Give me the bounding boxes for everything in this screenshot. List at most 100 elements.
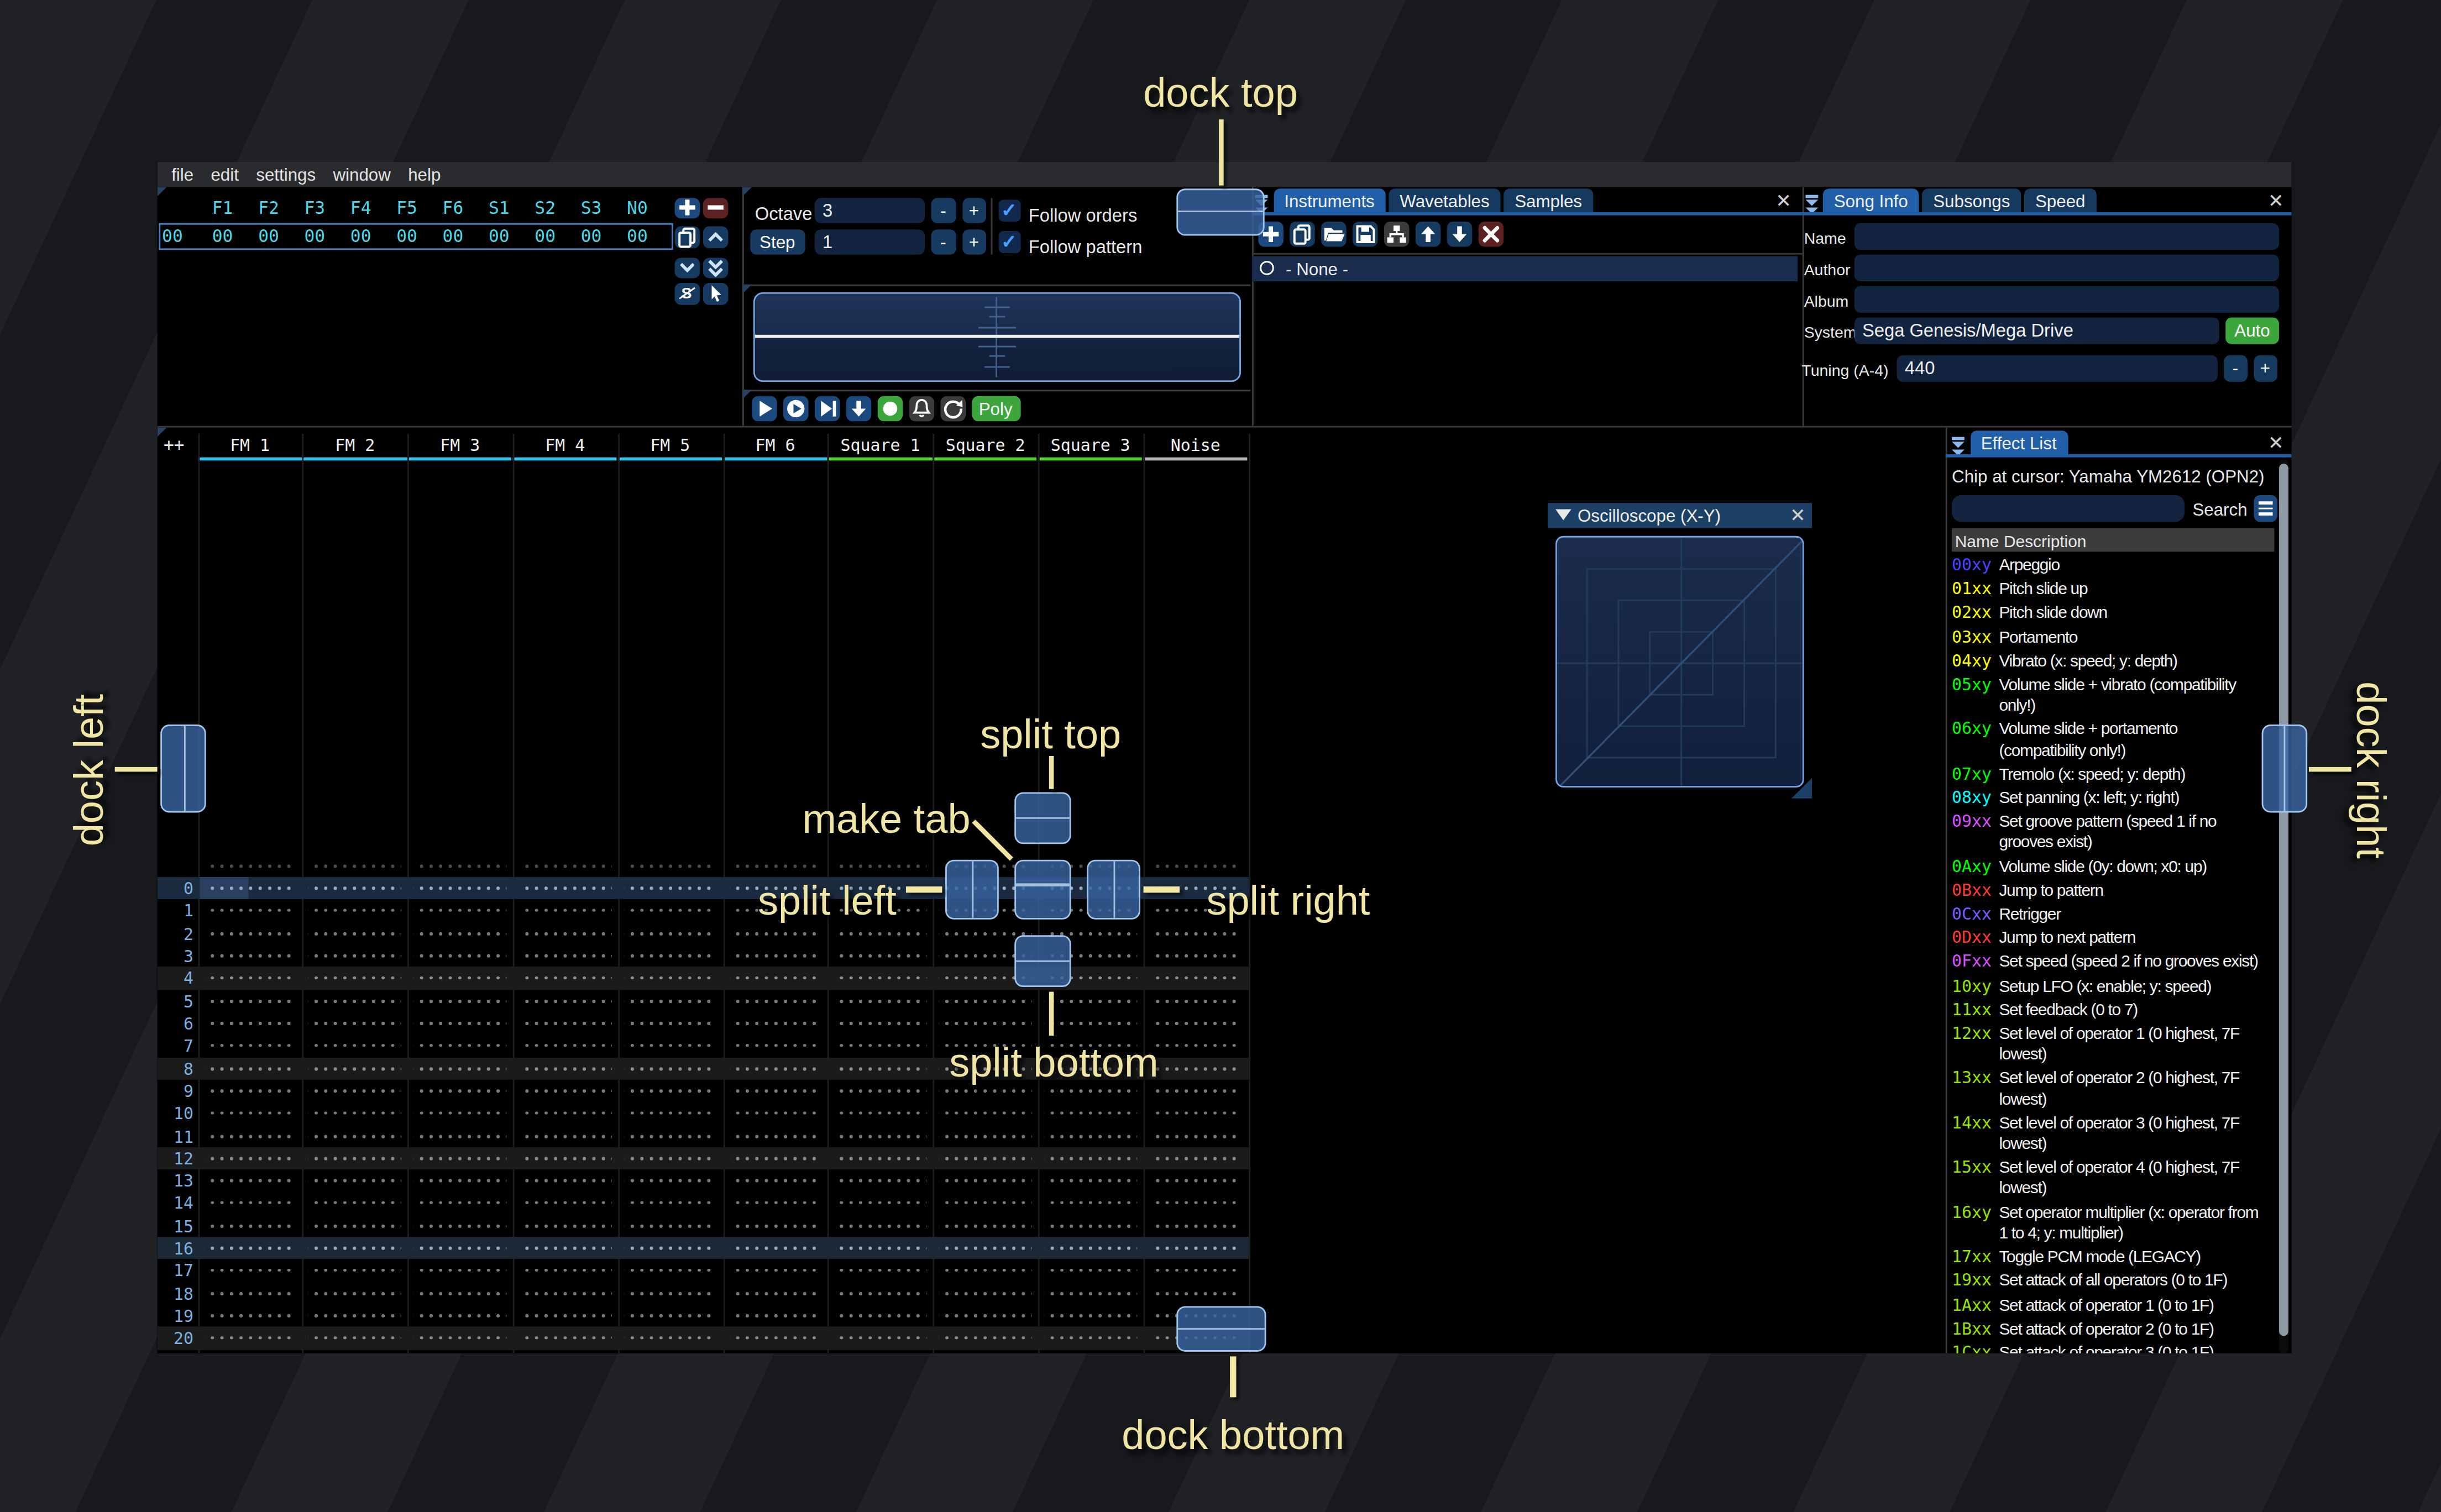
pattern-cell[interactable] xyxy=(624,1035,716,1057)
pattern-cell[interactable] xyxy=(1044,1125,1136,1147)
pattern-cell[interactable] xyxy=(519,1350,611,1353)
pattern-cell[interactable] xyxy=(519,1305,611,1327)
effect-row[interactable]: 0DxxJump to next pattern xyxy=(1952,926,2263,950)
panel-separator[interactable] xyxy=(1946,428,1947,1353)
pattern-cell[interactable] xyxy=(1044,1169,1136,1192)
menu-item-window[interactable]: window xyxy=(333,165,390,184)
pattern-cell[interactable] xyxy=(203,1125,296,1147)
pattern-cell[interactable] xyxy=(519,1035,611,1057)
pattern-cell[interactable] xyxy=(309,944,401,967)
play-button[interactable] xyxy=(751,395,777,421)
pattern-cell[interactable] xyxy=(203,1327,296,1350)
no-jump-button[interactable]: S xyxy=(674,283,699,304)
tab-subsongs[interactable]: Subsongs xyxy=(1922,188,2021,214)
pattern-cell[interactable] xyxy=(309,1035,401,1057)
pattern-cell[interactable] xyxy=(1149,1102,1242,1125)
pattern-cell[interactable] xyxy=(834,854,926,877)
pattern-cell[interactable] xyxy=(203,1169,296,1192)
effect-row[interactable]: 0BxxJump to pattern xyxy=(1952,878,2263,902)
pattern-cell[interactable] xyxy=(1149,1012,1242,1035)
orders-channel-header[interactable]: F5 xyxy=(383,198,430,218)
pattern-cell[interactable] xyxy=(203,1237,296,1260)
pattern-cell[interactable] xyxy=(309,1057,401,1080)
make-tab-button[interactable] xyxy=(1014,860,1071,920)
pattern-cell[interactable] xyxy=(939,1282,1031,1305)
move-up-button[interactable] xyxy=(1415,221,1440,246)
pattern-cell[interactable] xyxy=(729,1102,821,1125)
auto-tuning-button[interactable]: Auto xyxy=(2225,318,2279,344)
pattern-cell[interactable] xyxy=(1149,1057,1242,1080)
play-row-button[interactable] xyxy=(814,395,839,421)
save-instrument-button[interactable] xyxy=(1352,221,1378,246)
pattern-row[interactable]: 20 xyxy=(158,1327,1248,1350)
pattern-cell[interactable] xyxy=(834,1057,926,1080)
pattern-cell[interactable] xyxy=(939,990,1031,1012)
pattern-cell[interactable] xyxy=(519,1125,611,1147)
orders-channel-header[interactable]: F3 xyxy=(291,198,338,218)
pattern-cell[interactable] xyxy=(1044,1192,1136,1215)
pattern-cell[interactable] xyxy=(414,1057,506,1080)
oscilloscope-titlebar[interactable]: Oscilloscope (X-Y) ✕ xyxy=(1548,503,1812,528)
pattern-cell[interactable] xyxy=(1044,990,1136,1012)
pattern-cell[interactable] xyxy=(939,1147,1031,1170)
pattern-cell[interactable] xyxy=(309,990,401,1012)
pattern-cell[interactable] xyxy=(729,1125,821,1147)
chevron-up-button[interactable] xyxy=(702,227,727,248)
effect-row[interactable]: 19xxSet attack of all operators (0 to 1F… xyxy=(1952,1269,2263,1293)
pattern-cell[interactable] xyxy=(624,1125,716,1147)
pattern-cell[interactable] xyxy=(414,854,506,877)
split-left-button[interactable] xyxy=(945,860,998,920)
pattern-cell[interactable] xyxy=(309,1147,401,1170)
pattern-cell[interactable] xyxy=(1149,944,1242,967)
channel-header-fm-1[interactable]: FM 1 xyxy=(197,435,302,454)
pattern-cell[interactable] xyxy=(414,1282,506,1305)
pattern-cell[interactable] xyxy=(834,1192,926,1215)
pattern-cell[interactable] xyxy=(519,1102,611,1125)
follow-orders-checkbox[interactable]: ✓ xyxy=(998,200,1020,222)
pattern-cell[interactable] xyxy=(519,1169,611,1192)
close-icon[interactable]: ✕ xyxy=(2266,192,2285,211)
pattern-cell[interactable] xyxy=(519,1215,611,1237)
effect-row[interactable]: 1AxxSet attack of operator 1 (0 to 1F) xyxy=(1952,1293,2263,1316)
channel-header-square-2[interactable]: Square 2 xyxy=(933,435,1038,454)
orders-cell[interactable]: 00 xyxy=(199,227,246,247)
add-channel-button[interactable]: ++ xyxy=(164,435,185,456)
orders-cell[interactable]: 00 xyxy=(383,227,430,247)
channel-header-square-3[interactable]: Square 3 xyxy=(1038,435,1143,454)
pattern-cell[interactable] xyxy=(203,877,296,900)
pattern-cell[interactable] xyxy=(414,967,506,990)
plus-button[interactable] xyxy=(674,197,699,218)
pattern-cell[interactable] xyxy=(834,1080,926,1102)
duplicate-button[interactable] xyxy=(674,227,699,248)
pattern-cell[interactable] xyxy=(203,1080,296,1102)
pattern-cell[interactable] xyxy=(729,1012,821,1035)
pattern-cell[interactable] xyxy=(834,1169,926,1192)
scrollbar-track[interactable] xyxy=(2278,459,2288,1353)
channel-header-fm-3[interactable]: FM 3 xyxy=(407,435,512,454)
pattern-cell[interactable] xyxy=(519,1327,611,1350)
effect-row[interactable]: 06xyVolume slide + portamento (compatibi… xyxy=(1952,717,2263,762)
pattern-cell[interactable] xyxy=(309,1192,401,1215)
pattern-row[interactable]: 2 xyxy=(158,922,1248,944)
pattern-cell[interactable] xyxy=(624,854,716,877)
orders-cell[interactable]: 00 xyxy=(614,227,661,247)
effect-row[interactable]: 0AxyVolume slide (0y: down; x0: up) xyxy=(1952,854,2263,878)
pattern-cell[interactable] xyxy=(414,1350,506,1353)
pattern-cell[interactable] xyxy=(203,1035,296,1057)
pattern-cell[interactable] xyxy=(1149,1259,1242,1282)
pattern-cell[interactable] xyxy=(939,1237,1031,1260)
panel-separator[interactable] xyxy=(1801,187,1803,426)
pattern-cell[interactable] xyxy=(624,1282,716,1305)
pattern-cell[interactable] xyxy=(203,1215,296,1237)
pattern-cell[interactable] xyxy=(414,1305,506,1327)
orders-channel-header[interactable]: S1 xyxy=(475,198,522,218)
effect-row[interactable]: 15xxSet level of operator 4 (0 highest, … xyxy=(1952,1156,2263,1200)
minus-button[interactable] xyxy=(702,197,727,218)
pattern-cell[interactable] xyxy=(203,1102,296,1125)
pattern-cell[interactable] xyxy=(624,877,716,900)
pattern-row[interactable]: 11 xyxy=(158,1125,1248,1147)
pattern-cell[interactable] xyxy=(519,1237,611,1260)
pattern-cell[interactable] xyxy=(624,1259,716,1282)
pattern-row[interactable]: 3 xyxy=(158,944,1248,967)
dock-right-button[interactable] xyxy=(2261,725,2307,812)
